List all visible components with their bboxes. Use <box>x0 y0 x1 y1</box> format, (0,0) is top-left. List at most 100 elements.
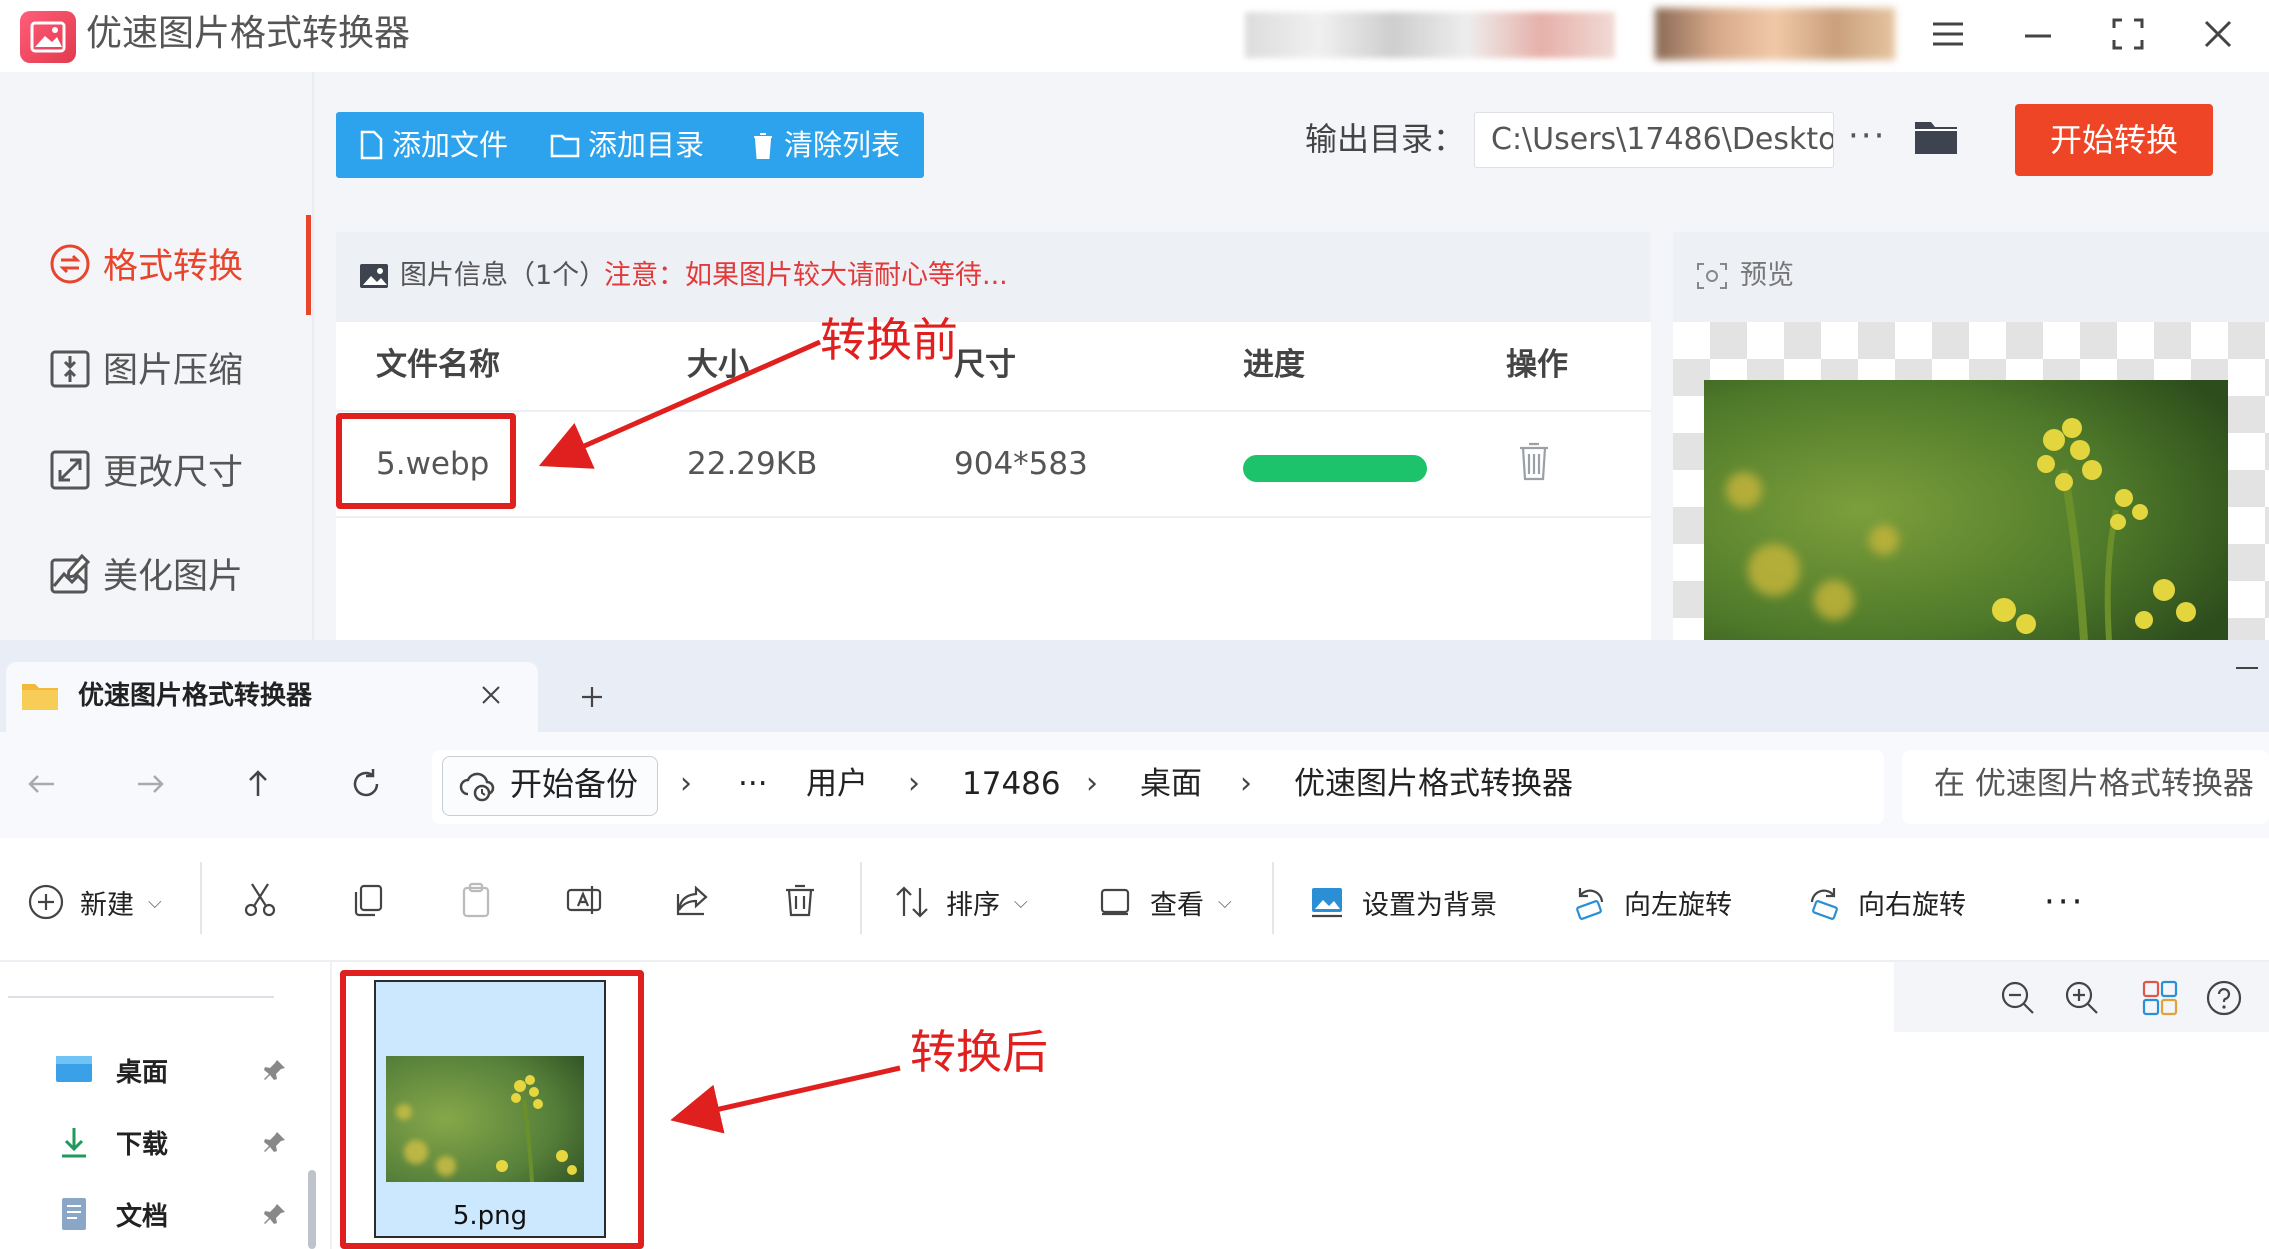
browse-more-button[interactable]: ··· <box>1848 116 1886 156</box>
help-icon[interactable] <box>2204 978 2244 1018</box>
nav-item-label: 桌面 <box>116 1057 169 1088</box>
set-background-label: 设置为背景 <box>1362 889 1497 921</box>
annotation-after-label: 转换后 <box>910 1025 1048 1079</box>
folder-icon <box>550 134 580 158</box>
app-logo-icon <box>20 11 76 63</box>
nav-item-desktop[interactable]: 桌面 <box>54 1045 168 1095</box>
table-divider <box>336 410 1651 412</box>
annotation-before-label: 转换前 <box>820 313 958 367</box>
nav-item-documents[interactable]: 文档 <box>54 1189 168 1239</box>
start-convert-button[interactable]: 开始转换 <box>2015 104 2213 176</box>
maximize-icon[interactable] <box>2104 10 2152 58</box>
menu-icon[interactable] <box>1924 10 1972 58</box>
column-header-size: 大小 <box>687 347 749 383</box>
breadcrumb-current-folder[interactable]: 优速图片格式转换器 <box>1294 762 1573 806</box>
rename-icon[interactable] <box>564 880 604 920</box>
sidebar-item-beautify[interactable]: 美化图片 <box>0 528 312 616</box>
app-title: 优速图片格式转换器 <box>86 13 411 54</box>
pin-icon[interactable] <box>262 1129 288 1155</box>
navigation-scrollbar[interactable] <box>308 1170 316 1249</box>
new-tab-icon[interactable] <box>575 680 609 714</box>
chevron-down-icon: ⌵ <box>148 891 162 913</box>
clear-list-button[interactable]: 清除列表 <box>750 112 900 178</box>
breadcrumb-users[interactable]: 用户 <box>806 762 868 806</box>
search-placeholder: 在 优速图片格式转换器 <box>1934 766 2254 802</box>
cut-icon[interactable] <box>240 880 280 920</box>
back-icon[interactable] <box>22 764 62 804</box>
desktop-icon <box>56 1056 92 1082</box>
refresh-icon[interactable] <box>346 764 386 804</box>
pin-icon[interactable] <box>262 1201 288 1227</box>
preview-image <box>1704 380 2228 640</box>
nav-item-downloads[interactable]: 下载 <box>54 1117 168 1167</box>
new-icon <box>28 884 64 920</box>
breadcrumb-user-folder[interactable]: 17486 <box>962 762 1061 806</box>
rotate-left-label: 向左旋转 <box>1624 889 1732 921</box>
view-label: 查看 <box>1150 889 1204 921</box>
rotate-right-button[interactable]: 向右旋转 <box>1804 877 1966 927</box>
breadcrumb-separator: › <box>908 766 920 801</box>
set-background-button[interactable]: 设置为背景 <box>1308 877 1497 927</box>
zoom-in-icon[interactable] <box>2062 978 2102 1018</box>
add-folder-button[interactable]: 添加目录 <box>550 112 704 178</box>
cloud-backup-icon <box>458 766 496 804</box>
preview-icon <box>1696 262 1728 290</box>
trash-icon <box>754 133 772 159</box>
forward-icon[interactable] <box>130 764 170 804</box>
command-separator <box>1272 862 1274 934</box>
output-dir-field[interactable]: C:\Users\17486\Deskto <box>1474 112 1834 168</box>
delete-icon[interactable] <box>780 880 820 920</box>
sort-button[interactable]: 排序 ⌵ <box>892 877 1028 927</box>
close-icon[interactable] <box>2194 10 2242 58</box>
tab-close-icon[interactable] <box>476 680 506 710</box>
sidebar-item-label: 美化图片 <box>103 557 244 597</box>
breadcrumb-separator: › <box>1086 766 1098 801</box>
rotate-left-icon <box>1576 888 1604 920</box>
sidebar-item-resize[interactable]: 更改尺寸 <box>0 424 312 512</box>
view-button[interactable]: 查看 ⌵ <box>1096 877 1232 927</box>
output-dir-label: 输出目录： <box>1305 120 1466 158</box>
chevron-down-icon: ⌵ <box>1014 891 1028 913</box>
table-cell-dimensions: 904*583 <box>954 446 1088 482</box>
pin-icon[interactable] <box>262 1057 288 1083</box>
zoom-out-icon[interactable] <box>1998 978 2038 1018</box>
minimize-icon[interactable] <box>2014 10 2062 58</box>
start-backup-label: 开始备份 <box>510 765 639 803</box>
sidebar-item-label: 格式转换 <box>103 247 244 287</box>
copy-icon[interactable] <box>348 880 388 920</box>
documents-icon <box>62 1198 86 1230</box>
open-folder-icon[interactable] <box>1912 114 1960 160</box>
breadcrumb-separator: › <box>680 766 692 801</box>
breadcrumb-separator: › <box>1240 766 1252 801</box>
view-icon <box>1100 888 1130 916</box>
gallery-view-icon[interactable] <box>2140 978 2180 1018</box>
explorer-tab-title: 优速图片格式转换器 <box>78 681 313 711</box>
add-file-label: 添加文件 <box>392 128 509 162</box>
resize-icon <box>48 448 92 492</box>
new-button[interactable]: 新建 ⌵ <box>26 877 162 927</box>
sidebar-item-format-convert[interactable]: 格式转换 <box>0 218 312 306</box>
annotation-box-before <box>336 413 516 509</box>
up-icon[interactable] <box>238 764 278 804</box>
delete-row-icon[interactable] <box>1517 440 1551 482</box>
paste-icon[interactable] <box>456 880 496 920</box>
rotate-left-button[interactable]: 向左旋转 <box>1570 877 1732 927</box>
share-icon[interactable] <box>672 880 712 920</box>
command-separator <box>200 862 202 934</box>
breadcrumb-desktop[interactable]: 桌面 <box>1140 762 1202 806</box>
add-file-button[interactable]: 添加文件 <box>358 112 508 178</box>
add-folder-label: 添加目录 <box>588 128 705 162</box>
table-cell-size: 22.29KB <box>687 446 818 482</box>
more-commands-button[interactable]: ··· <box>2044 877 2085 927</box>
table-divider <box>336 516 1651 518</box>
format-convert-icon <box>48 242 92 286</box>
nav-item-label: 文档 <box>116 1201 169 1232</box>
sidebar-item-compress[interactable]: 图片压缩 <box>0 322 312 410</box>
explorer-minimize-icon[interactable] <box>2232 664 2262 672</box>
rotate-right-icon <box>1810 888 1838 920</box>
file-icon <box>360 130 383 160</box>
chevron-down-icon: ⌵ <box>1218 891 1232 913</box>
breadcrumb-ellipsis[interactable]: ··· <box>738 762 768 806</box>
folder-icon <box>20 680 60 712</box>
compress-icon <box>48 346 92 390</box>
